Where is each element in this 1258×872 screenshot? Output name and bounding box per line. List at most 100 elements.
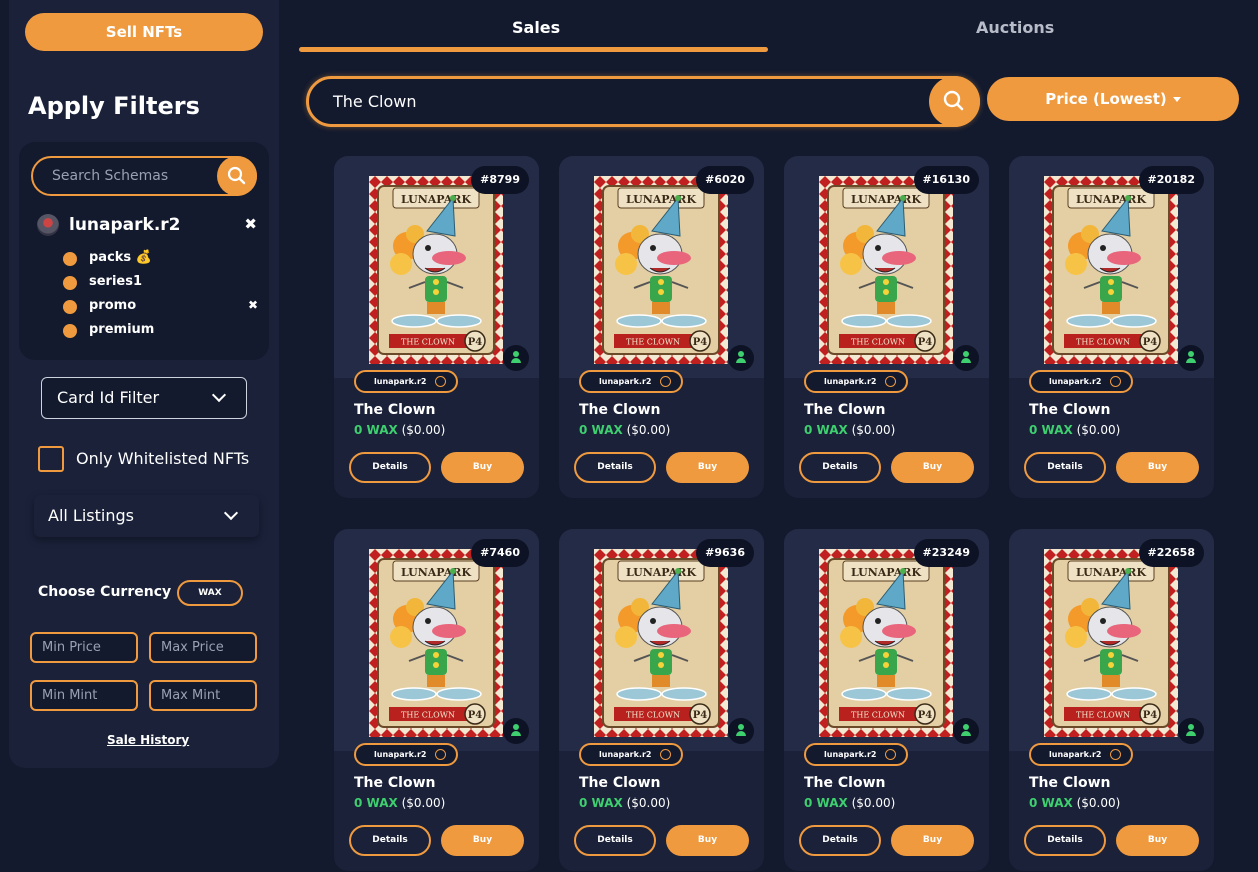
schema-search-button[interactable] [217,156,257,196]
collection-badge[interactable]: lunapark.r2 [354,370,458,393]
user-icon[interactable] [728,345,754,371]
buy-button[interactable]: Buy [441,825,524,856]
svg-text:P4: P4 [693,710,708,721]
buy-button[interactable]: Buy [1116,825,1199,856]
sell-nfts-button[interactable]: Sell NFTs [25,13,263,51]
schema-search-input[interactable]: Search Schemas [31,156,257,196]
nft-card[interactable]: LUNAPARK THE CLOWN [559,529,764,871]
nft-search-input[interactable]: The Clown [306,76,980,127]
collection-badge[interactable]: lunapark.r2 [1029,370,1133,393]
buy-button[interactable]: Buy [1116,452,1199,483]
price-wax: 0 WAX [354,423,398,437]
details-button[interactable]: Details [349,825,431,856]
schema-filter-panel: Search Schemas lunapark.r2 ✖ packs 💰 ser… [19,142,269,360]
nft-image-area[interactable]: LUNAPARK THE CLOWN [334,156,539,378]
mint-number-badge: #23249 [913,539,979,567]
nft-card[interactable]: LUNAPARK THE CLOWN [1009,156,1214,498]
user-icon[interactable] [953,345,979,371]
nft-card[interactable]: LUNAPARK THE CLOWN [334,156,539,498]
collection-badge[interactable]: lunapark.r2 [579,743,683,766]
user-icon[interactable] [728,718,754,744]
schema-search-placeholder: Search Schemas [52,168,169,184]
nft-card[interactable]: LUNAPARK THE CLOWN [784,529,989,871]
nft-card[interactable]: LUNAPARK THE CLOWN [559,156,764,498]
collection-avatar [37,214,59,236]
whitelist-filter[interactable]: Only Whitelisted NFTs [38,446,278,474]
tab-auctions[interactable]: Auctions [976,18,1054,37]
verified-icon [435,749,446,760]
sort-dropdown-button[interactable]: Price (Lowest) [987,77,1239,121]
buy-button[interactable]: Buy [441,452,524,483]
nft-image-area[interactable]: LUNAPARK THE CLOWN [1009,156,1214,378]
nft-image-area[interactable]: LUNAPARK THE CLOWN [334,529,539,751]
remove-schema-close-icon[interactable]: ✖ [248,298,258,312]
buy-button[interactable]: Buy [891,452,974,483]
min-price-input[interactable]: Min Price [30,632,138,663]
nft-card-art: LUNAPARK THE CLOWN P4 [594,549,728,737]
buy-button[interactable]: Buy [666,825,749,856]
details-button[interactable]: Details [799,825,881,856]
nft-card[interactable]: LUNAPARK THE CLOWN [784,156,989,498]
nft-image-area[interactable]: LUNAPARK THE CLOWN [1009,529,1214,751]
card-id-filter-select[interactable]: Card Id Filter [41,377,247,419]
nft-image-area[interactable]: LUNAPARK THE CLOWN [784,529,989,751]
details-button[interactable]: Details [799,452,881,483]
nft-card[interactable]: LUNAPARK THE CLOWN [1009,529,1214,871]
collection-badge-label: lunapark.r2 [374,377,427,386]
remove-collection-close-icon[interactable]: ✖ [244,215,257,233]
user-icon[interactable] [953,718,979,744]
details-button[interactable]: Details [574,825,656,856]
details-button[interactable]: Details [1024,825,1106,856]
nft-price: 0 WAX ($0.00) [579,796,670,810]
collection-badge[interactable]: lunapark.r2 [354,743,458,766]
search-button[interactable] [929,76,980,127]
details-button[interactable]: Details [349,452,431,483]
nft-image-area[interactable]: LUNAPARK THE CLOWN [784,156,989,378]
svg-text:P4: P4 [468,710,483,721]
svg-text:THE CLOWN: THE CLOWN [626,338,680,347]
price-usd: ($0.00) [1076,796,1121,810]
nft-title: The Clown [579,775,661,791]
user-icon[interactable] [1178,718,1204,744]
min-mint-input[interactable]: Min Mint [30,680,138,711]
collection-badge[interactable]: lunapark.r2 [804,743,908,766]
max-price-input[interactable]: Max Price [149,632,257,663]
schema-label: premium [89,322,155,337]
user-icon[interactable] [503,718,529,744]
user-icon[interactable] [1178,345,1204,371]
search-icon [943,90,964,111]
schema-item-promo[interactable]: promo ✖ [63,295,258,319]
card-id-filter-label: Card Id Filter [57,388,160,407]
buy-button[interactable]: Buy [891,825,974,856]
verified-icon [885,749,896,760]
collection-badge-label: lunapark.r2 [374,750,427,759]
svg-text:LUNAPARK: LUNAPARK [626,566,696,579]
max-mint-input[interactable]: Max Mint [149,680,257,711]
schema-label: series1 [89,274,143,289]
details-button[interactable]: Details [1024,452,1106,483]
svg-text:LUNAPARK: LUNAPARK [401,566,471,579]
schema-list: packs 💰 series1 promo ✖ premium [63,247,258,343]
nft-image-area[interactable]: LUNAPARK THE CLOWN [559,156,764,378]
collection-badge[interactable]: lunapark.r2 [579,370,683,393]
whitelist-checkbox[interactable] [38,446,64,472]
collection-badge[interactable]: lunapark.r2 [1029,743,1133,766]
whitelist-label: Only Whitelisted NFTs [76,449,250,468]
sale-history-link[interactable]: Sale History [107,733,189,747]
schema-item-packs[interactable]: packs 💰 [63,247,258,271]
listings-type-select[interactable]: All Listings [34,495,259,537]
currency-wax-button[interactable]: WAX [177,580,243,606]
currency-label: Choose Currency [38,584,172,600]
nft-image-area[interactable]: LUNAPARK THE CLOWN [559,529,764,751]
tab-sales[interactable]: Sales [512,18,560,37]
buy-button[interactable]: Buy [666,452,749,483]
money-bag-icon: 💰 [135,250,152,265]
schema-item-series1[interactable]: series1 [63,271,258,295]
svg-text:P4: P4 [918,710,933,721]
nft-card-art: LUNAPARK THE CLOWN P4 [819,549,953,737]
schema-item-premium[interactable]: premium [63,319,258,343]
user-icon[interactable] [503,345,529,371]
nft-card[interactable]: LUNAPARK THE CLOWN [334,529,539,871]
details-button[interactable]: Details [574,452,656,483]
collection-badge[interactable]: lunapark.r2 [804,370,908,393]
